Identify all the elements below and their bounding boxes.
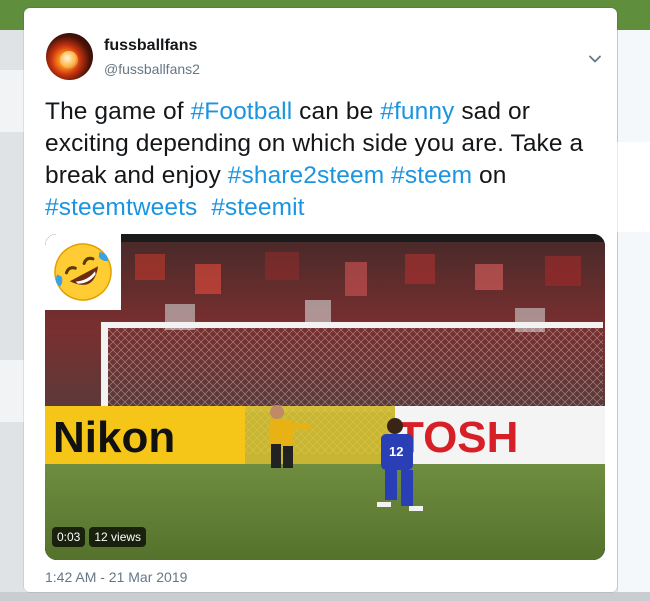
rolling-on-floor-laughing-emoji-icon [54, 243, 112, 301]
background-divider [617, 30, 618, 601]
emoji-overlay [45, 234, 121, 310]
player-number: 12 [389, 444, 403, 459]
background-right-column [617, 30, 650, 601]
video-duration: 0:03 [52, 527, 86, 547]
banner-right-text: TOSH [397, 413, 518, 462]
hashtag-link[interactable]: #funny [380, 98, 454, 125]
tweet-text: The game of #Football can be #funny sad … [45, 96, 605, 224]
author-name[interactable]: fussballfans [104, 37, 197, 55]
tweet-text-segment [197, 194, 211, 221]
hashtag-link[interactable]: #share2steem [228, 162, 384, 189]
football-icon [60, 51, 78, 69]
view-count: 12 views [89, 527, 147, 547]
video-badges: 0:03 12 views [52, 527, 147, 547]
hashtag-link[interactable]: #steemit [211, 194, 304, 221]
hashtag-link[interactable]: #steem [391, 162, 472, 189]
video-frame: Nikon TOSH 12 [45, 234, 605, 560]
tweet-modal: fussballfans @fussballfans2 The game of … [24, 8, 617, 592]
tweet-timestamp[interactable]: 1:42 AM - 21 Mar 2019 [45, 569, 187, 585]
avatar[interactable] [46, 33, 93, 80]
video-player[interactable]: Nikon TOSH 12 0:03 12 views [45, 234, 605, 560]
tweet-text-segment: can be [292, 98, 381, 125]
chevron-down-icon[interactable] [587, 51, 603, 67]
tweet-text-segment: on [472, 162, 514, 189]
hashtag-link[interactable]: #steemtweets [45, 194, 197, 221]
tweet-text-segment: The game of [45, 98, 191, 125]
background-card [0, 70, 24, 132]
hashtag-link[interactable]: #Football [191, 98, 293, 125]
background-bottom-strip [0, 592, 650, 601]
background-card [617, 142, 650, 232]
author-handle[interactable]: @fussballfans2 [104, 61, 200, 77]
background-card [0, 360, 24, 422]
banner-left-text: Nikon [53, 413, 175, 462]
background-left-column [0, 30, 24, 601]
